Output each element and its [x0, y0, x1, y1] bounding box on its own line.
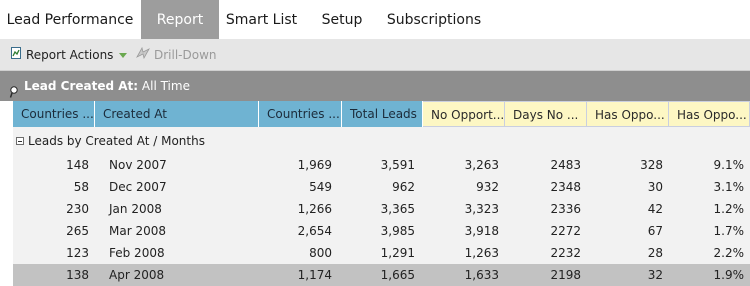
table-row[interactable]: 148 Nov 2007 1,969 3,591 3,263 2483 328 9.1%: [13, 154, 750, 176]
table-cell: 2198: [550, 268, 581, 282]
table-cell: 148: [66, 158, 89, 172]
table-cell: Apr 2008: [109, 268, 165, 282]
toolbar: Report Actions Drill-Down: [0, 39, 750, 71]
table-cell: 3,365: [380, 202, 415, 216]
filter-label: Lead Created At:: [24, 79, 139, 93]
table-row[interactable]: 123 Feb 2008 800 1,291 1,263 2232 28 2.2%: [13, 242, 750, 264]
table-cell: 138: [66, 268, 89, 282]
table-cell: 2348: [550, 180, 581, 194]
table-row[interactable]: 265 Mar 2008 2,654 3,985 3,918 2272 67 1.7%: [13, 220, 750, 242]
chevron-down-icon: [119, 53, 128, 58]
table-cell: 230: [66, 202, 89, 216]
tab-lead-performance[interactable]: Lead Performance: [0, 0, 140, 39]
table-cell: 3,985: [380, 224, 415, 238]
table-cell: 2.2%: [713, 246, 745, 260]
tab-setup[interactable]: Setup: [309, 0, 375, 39]
table-cell: 2232: [550, 246, 581, 260]
table-cell: 3,918: [464, 224, 499, 238]
table-cell: 3,591: [380, 158, 415, 172]
table-cell: 549: [309, 180, 332, 194]
table-cell: 30: [647, 180, 663, 194]
table-cell: 2272: [550, 224, 581, 238]
table-cell: Feb 2008: [109, 246, 165, 260]
drill-down-icon: [136, 39, 150, 71]
table-row[interactable]: 138 Apr 2008 1,174 1,665 1,633 2198 32 1.9%: [13, 264, 750, 286]
table-cell: 32: [647, 268, 663, 282]
table-cell: 962: [392, 180, 415, 194]
column-header[interactable]: Countries ...: [259, 101, 342, 127]
table-cell: 1,291: [380, 246, 415, 260]
group-label: Leads by Created At / Months: [28, 134, 205, 148]
table-cell: 1.9%: [713, 268, 745, 282]
drill-down-button[interactable]: Drill-Down: [136, 39, 217, 71]
table-row[interactable]: 58 Dec 2007 549 962 932 2348 30 3.1%: [13, 176, 750, 198]
table-cell: 9.1%: [713, 158, 745, 172]
table-cell: 328: [640, 158, 663, 172]
collapse-icon[interactable]: [16, 137, 24, 145]
table-cell: Nov 2007: [109, 158, 167, 172]
tab-report[interactable]: Report: [141, 0, 219, 39]
tab-smart-list[interactable]: Smart List: [219, 0, 304, 39]
table-cell: 1,174: [297, 268, 332, 282]
column-header[interactable]: Created At: [95, 101, 259, 127]
table-cell: 1,263: [464, 246, 499, 260]
column-header[interactable]: Total Leads: [342, 101, 423, 127]
report-actions-icon: [11, 39, 22, 71]
table-cell: 3,323: [464, 202, 499, 216]
table-cell: 1.2%: [713, 202, 745, 216]
report-actions-label: Report Actions: [26, 48, 114, 62]
table-cell: 1,633: [464, 268, 499, 282]
table-cell: 1,665: [380, 268, 415, 282]
table-cell: 265: [66, 224, 89, 238]
drill-down-label: Drill-Down: [154, 48, 217, 62]
column-header[interactable]: Has Oppo...: [669, 101, 750, 127]
table-cell: 2483: [550, 158, 581, 172]
table-row[interactable]: 230 Jan 2008 1,266 3,365 3,323 2336 42 1.2%: [13, 198, 750, 220]
filter-value: All Time: [141, 79, 190, 93]
column-header[interactable]: Days No ...: [505, 101, 587, 127]
table-cell: 67: [647, 224, 663, 238]
tab-bar: Lead Performance Report Smart List Setup…: [0, 0, 750, 39]
table-cell: 2,654: [297, 224, 332, 238]
table-cell: 123: [66, 246, 89, 260]
column-header[interactable]: Countries ...: [13, 101, 95, 127]
table-cell: 28: [647, 246, 663, 260]
table-cell: 932: [476, 180, 499, 194]
grid-header: Countries ... Created At Countries ... T…: [13, 101, 750, 127]
table-cell: 2336: [550, 202, 581, 216]
column-header[interactable]: No Opport...: [423, 101, 505, 127]
report-grid: Countries ... Created At Countries ... T…: [13, 101, 750, 286]
group-row[interactable]: Leads by Created At / Months: [13, 128, 750, 154]
filter-bar: Lead Created At: All Time: [0, 71, 750, 101]
table-cell: Jan 2008: [109, 202, 162, 216]
tab-subscriptions[interactable]: Subscriptions: [380, 0, 488, 39]
column-header[interactable]: Has Oppo...: [587, 101, 669, 127]
table-cell: 1.7%: [713, 224, 745, 238]
filter-text[interactable]: Lead Created At: All Time: [24, 71, 190, 101]
table-cell: 58: [73, 180, 89, 194]
table-cell: 3,263: [464, 158, 499, 172]
table-cell: Mar 2008: [109, 224, 166, 238]
table-cell: 42: [647, 202, 663, 216]
table-cell: Dec 2007: [109, 180, 167, 194]
table-cell: 800: [309, 246, 332, 260]
report-actions-button[interactable]: Report Actions: [11, 39, 128, 71]
table-cell: 1,969: [297, 158, 332, 172]
table-cell: 1,266: [297, 202, 332, 216]
table-cell: 3.1%: [713, 180, 745, 194]
